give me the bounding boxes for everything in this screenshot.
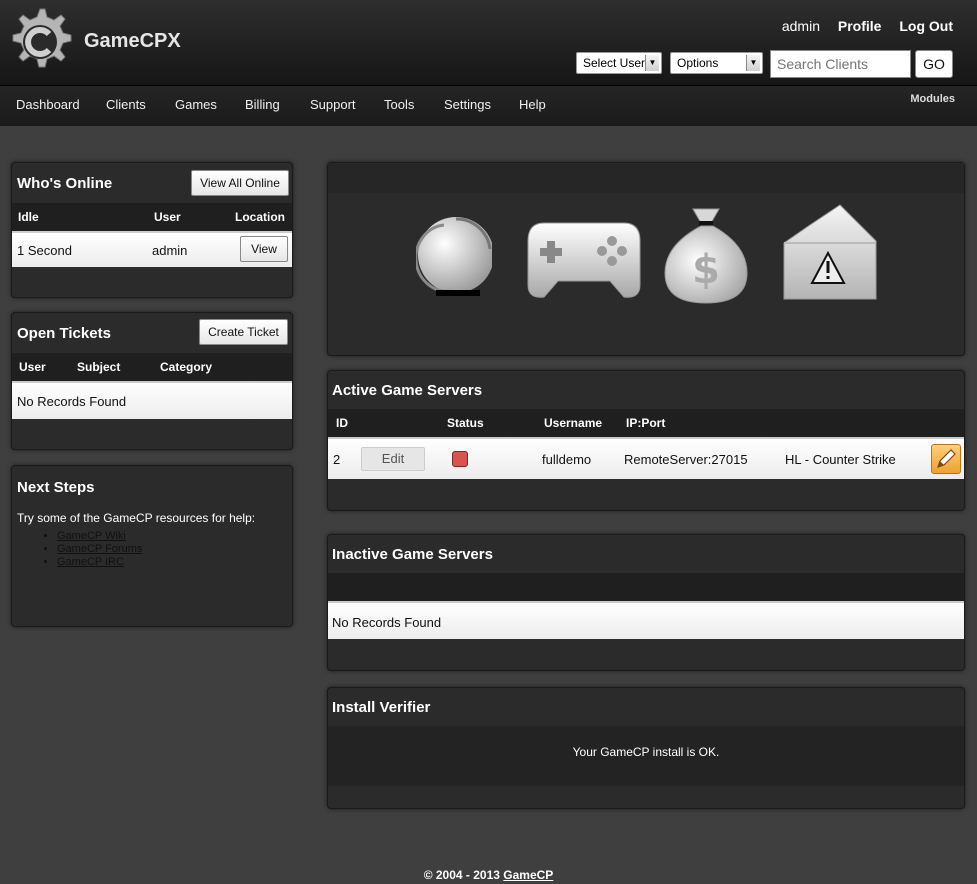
server-username: fulldemo bbox=[542, 452, 592, 467]
list-item: GameCP IRC bbox=[57, 556, 142, 568]
column-location: Location bbox=[235, 210, 285, 224]
inactive-game-servers-panel: Inactive Game Servers No Records Found bbox=[327, 534, 965, 671]
nav-support[interactable]: Support bbox=[310, 97, 356, 112]
svg-text:$: $ bbox=[692, 247, 720, 293]
forums-link[interactable]: GameCP Forums bbox=[57, 543, 142, 555]
nav-dashboard[interactable]: Dashboard bbox=[16, 97, 80, 112]
options-dropdown[interactable]: Options ▼ bbox=[670, 52, 763, 74]
chevron-down-icon: ▼ bbox=[746, 55, 760, 71]
quick-links-panel: $ bbox=[327, 162, 965, 356]
options-label: Options bbox=[677, 56, 719, 70]
inactive-servers-title: Inactive Game Servers bbox=[332, 546, 493, 563]
table-row: 1 Second admin View bbox=[12, 231, 292, 267]
nav-help[interactable]: Help bbox=[519, 97, 546, 112]
go-button[interactable]: GO bbox=[915, 50, 953, 78]
column-ip-port: IP:Port bbox=[626, 416, 666, 430]
install-verifier-panel: Install Verifier Your GameCP install is … bbox=[327, 687, 965, 809]
panel-header bbox=[328, 163, 964, 193]
online-user: admin bbox=[152, 243, 188, 258]
server-ip-port: RemoteServer:27015 bbox=[624, 452, 748, 467]
select-user-label: Select User bbox=[583, 56, 646, 70]
nav-modules[interactable]: Modules bbox=[910, 93, 955, 105]
list-item: GameCP Wiki bbox=[57, 530, 142, 542]
whos-online-header: Idle User Location bbox=[12, 203, 292, 231]
empty-row: No Records Found bbox=[12, 381, 292, 419]
chevron-down-icon: ▼ bbox=[645, 55, 659, 71]
search-clients-input[interactable] bbox=[770, 50, 911, 78]
active-servers-header: ID Status Username IP:Port bbox=[328, 409, 964, 437]
no-records-text: No Records Found bbox=[17, 394, 127, 409]
column-id: ID bbox=[336, 416, 348, 430]
open-tickets-title: Open Tickets bbox=[17, 325, 111, 342]
view-all-online-button[interactable]: View All Online bbox=[191, 170, 289, 196]
status-indicator-icon bbox=[452, 451, 468, 467]
logout-link[interactable]: Log Out bbox=[899, 18, 953, 34]
nav-games[interactable]: Games bbox=[175, 97, 217, 112]
money-bag-icon[interactable]: $ bbox=[663, 205, 749, 305]
copyright-text: © 2004 - 2013 bbox=[423, 868, 500, 882]
no-records-text: No Records Found bbox=[332, 615, 442, 630]
idle-time: 1 Second bbox=[17, 243, 72, 258]
next-steps-title: Next Steps bbox=[17, 479, 95, 496]
column-user: User bbox=[19, 360, 46, 374]
install-verifier-title: Install Verifier bbox=[332, 699, 431, 716]
server-game: HL - Counter Strike bbox=[785, 452, 896, 467]
current-user-link[interactable]: admin bbox=[782, 18, 820, 34]
footer: © 2004 - 2013 GameCP bbox=[0, 868, 977, 882]
edit-server-button[interactable]: Edit bbox=[361, 447, 425, 471]
next-steps-intro: Try some of the GameCP resources for hel… bbox=[17, 511, 256, 525]
server-id: 2 bbox=[333, 452, 341, 467]
main-nav: Dashboard Clients Games Billing Support … bbox=[0, 86, 977, 126]
gamepad-icon[interactable] bbox=[526, 219, 642, 299]
gamecp-footer-link[interactable]: GameCP bbox=[503, 868, 553, 882]
user-links: admin Profile Log Out bbox=[768, 18, 953, 34]
empty-row: No Records Found bbox=[328, 601, 964, 639]
list-item: GameCP Forums bbox=[57, 543, 142, 555]
active-game-servers-panel: Active Game Servers ID Status Username I… bbox=[327, 370, 965, 511]
install-status-message: Your GameCP install is OK. bbox=[572, 745, 720, 759]
wiki-link[interactable]: GameCP Wiki bbox=[57, 530, 126, 542]
next-steps-panel: Next Steps Try some of the GameCP resour… bbox=[11, 465, 293, 627]
create-ticket-button[interactable]: Create Ticket bbox=[199, 319, 288, 345]
irc-link[interactable]: GameCP IRC bbox=[57, 556, 124, 568]
inactive-servers-header bbox=[328, 573, 964, 601]
helmet-icon[interactable] bbox=[416, 207, 492, 305]
gamecp-logo-icon[interactable] bbox=[5, 7, 75, 77]
warning-ticket-icon[interactable] bbox=[780, 203, 878, 305]
open-tickets-header: User Subject Category bbox=[12, 353, 292, 381]
select-user-dropdown[interactable]: Select User ▼ bbox=[576, 52, 662, 74]
nav-clients[interactable]: Clients bbox=[106, 97, 146, 112]
nav-billing[interactable]: Billing bbox=[245, 97, 280, 112]
column-category: Category bbox=[160, 360, 213, 374]
header: GameCPX admin Profile Log Out Select Use… bbox=[0, 0, 977, 86]
nav-tools[interactable]: Tools bbox=[384, 97, 414, 112]
whos-online-panel: Who's Online View All Online Idle User L… bbox=[11, 162, 293, 298]
whos-online-title: Who's Online bbox=[17, 175, 113, 192]
table-row: 2 Edit fulldemo RemoteServer:27015 HL - … bbox=[328, 437, 964, 479]
column-idle: Idle bbox=[18, 210, 39, 224]
view-location-button[interactable]: View bbox=[240, 236, 288, 262]
nav-settings[interactable]: Settings bbox=[444, 97, 491, 112]
column-subject: Subject bbox=[77, 360, 121, 374]
profile-link[interactable]: Profile bbox=[838, 18, 882, 34]
open-tickets-panel: Open Tickets Create Ticket User Subject … bbox=[11, 312, 293, 450]
resource-links: GameCP Wiki GameCP Forums GameCP IRC bbox=[57, 530, 142, 569]
brand-name: GameCPX bbox=[84, 30, 181, 52]
active-servers-title: Active Game Servers bbox=[332, 382, 483, 399]
pencil-icon[interactable] bbox=[931, 444, 961, 474]
column-user: User bbox=[154, 210, 181, 224]
column-username: Username bbox=[544, 416, 603, 430]
column-status: Status bbox=[447, 416, 484, 430]
